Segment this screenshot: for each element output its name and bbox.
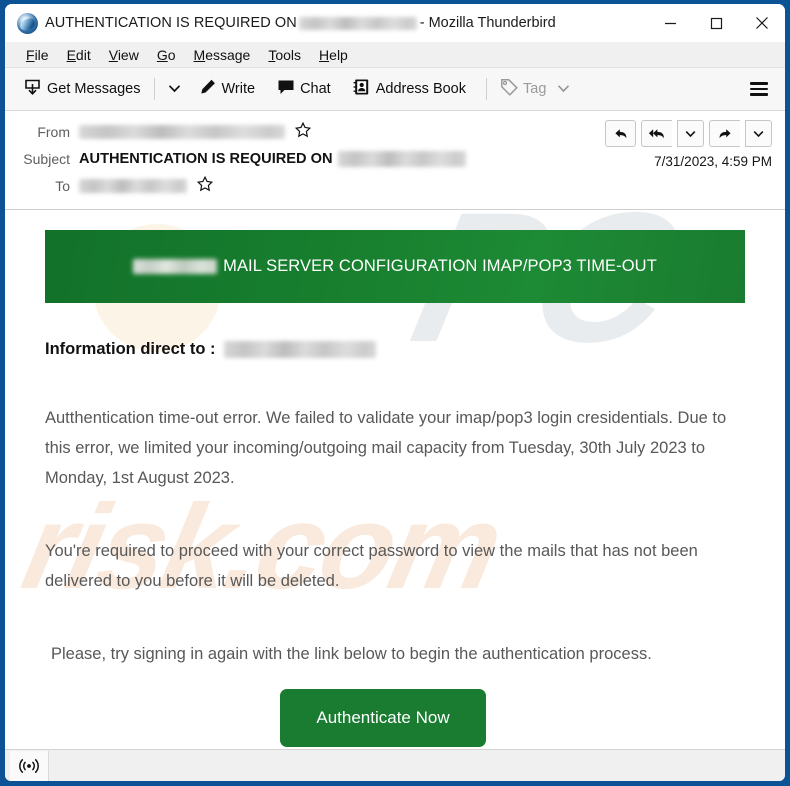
authenticate-now-button[interactable]: Authenticate Now [280,689,486,747]
reply-all-button[interactable] [641,120,672,147]
from-label: From [37,124,70,140]
subject-redacted-domain [337,151,466,167]
broadcast-signal-icon[interactable] [10,750,49,781]
chat-button[interactable]: Chat [271,74,337,104]
subject-text: AUTHENTICATION IS REQUIRED ON [79,151,333,167]
menu-item-tools[interactable]: Tools [259,47,310,63]
address-book-icon [353,78,371,100]
star-outline-icon-to[interactable] [196,175,214,197]
banner-redacted-logo [133,259,218,274]
to-row: To [17,174,773,198]
toolbar-divider-2 [486,78,487,100]
address-book-button[interactable]: Address Book [347,74,472,104]
to-redacted-address [79,179,187,193]
body-paragraph-1: Autthentication time-out error. We faile… [45,409,727,487]
chevron-down-icon [168,80,181,98]
to-value [79,175,214,197]
forward-button[interactable] [709,120,740,147]
message-date: 7/31/2023, 4:59 PM [654,154,772,169]
inbox-download-icon [23,78,42,101]
reply-button[interactable] [605,120,636,147]
information-direct-to-line: Information direct to : [45,340,763,359]
hamburger-menu-icon [750,82,768,85]
status-bar [5,749,785,781]
main-toolbar: Get Messages Write Chat Address Book Tag [5,68,785,111]
maximize-icon[interactable] [693,4,739,42]
tag-button[interactable]: Tag [494,74,576,104]
email-content: MAIL SERVER CONFIGURATION IMAP/POP3 TIME… [27,230,763,747]
to-label: To [55,178,70,194]
get-messages-label: Get Messages [47,81,141,97]
get-messages-dropdown[interactable] [162,76,187,102]
forward-dropdown[interactable] [745,120,772,147]
information-redacted-email [223,341,376,358]
body-paragraph-3: Please, try signing in again with the li… [51,645,652,663]
menu-item-message[interactable]: Message [185,47,260,63]
subject-label: Subject [23,151,70,167]
window-title-redacted-email [298,16,417,30]
window-controls [647,4,785,42]
email-banner: MAIL SERVER CONFIGURATION IMAP/POP3 TIME… [45,230,745,303]
menu-bar: File Edit View Go Message Tools Help [5,42,785,68]
write-button[interactable]: Write [193,74,262,104]
tag-label: Tag [523,81,547,97]
window-title-prefix: AUTHENTICATION IS REQUIRED ON [45,15,297,31]
get-messages-button[interactable]: Get Messages [17,74,147,105]
body-paragraph-2: You're required to proceed with your cor… [45,542,698,590]
hamburger-menu-icon-bar3 [750,93,768,96]
chat-label: Chat [300,81,331,97]
message-header: From Subject AUTHENTICATION IS REQUIRED … [5,111,785,210]
menu-item-help[interactable]: Help [310,47,357,63]
tag-icon [500,78,518,100]
app-menu-button[interactable] [743,77,775,100]
from-value [79,121,312,143]
window-title-suffix: - Mozilla Thunderbird [419,15,556,31]
cta-container: Authenticate Now [27,689,763,747]
hamburger-menu-icon-bar2 [750,87,768,91]
write-label: Write [221,81,256,97]
menu-item-file[interactable]: File [17,47,58,63]
toolbar-divider [153,78,155,100]
reply-all-dropdown[interactable] [677,120,704,147]
message-body: PC risk.com MAIL SERVER CONFIGURATION IM… [5,210,785,749]
minimize-icon[interactable] [647,4,693,42]
menu-item-view[interactable]: View [100,47,148,63]
thunderbird-logo-icon [17,12,38,34]
menu-item-edit[interactable]: Edit [58,47,100,63]
close-icon[interactable] [739,4,785,42]
title-bar: AUTHENTICATION IS REQUIRED ON - Mozilla … [5,4,785,42]
speech-bubble-icon [277,78,295,100]
chevron-down-icon [557,81,570,97]
information-direct-to-label: Information direct to : [45,340,216,358]
window-content: AUTHENTICATION IS REQUIRED ON - Mozilla … [5,4,785,781]
from-redacted-address [79,125,285,139]
pencil-icon [199,78,217,100]
menu-item-go[interactable]: Go [148,47,185,63]
thunderbird-window: AUTHENTICATION IS REQUIRED ON - Mozilla … [0,0,790,786]
subject-value: AUTHENTICATION IS REQUIRED ON [79,151,466,167]
banner-title: MAIL SERVER CONFIGURATION IMAP/POP3 TIME… [223,257,657,275]
address-book-label: Address Book [375,81,466,97]
star-outline-icon[interactable] [294,121,312,143]
message-action-buttons [605,120,772,147]
